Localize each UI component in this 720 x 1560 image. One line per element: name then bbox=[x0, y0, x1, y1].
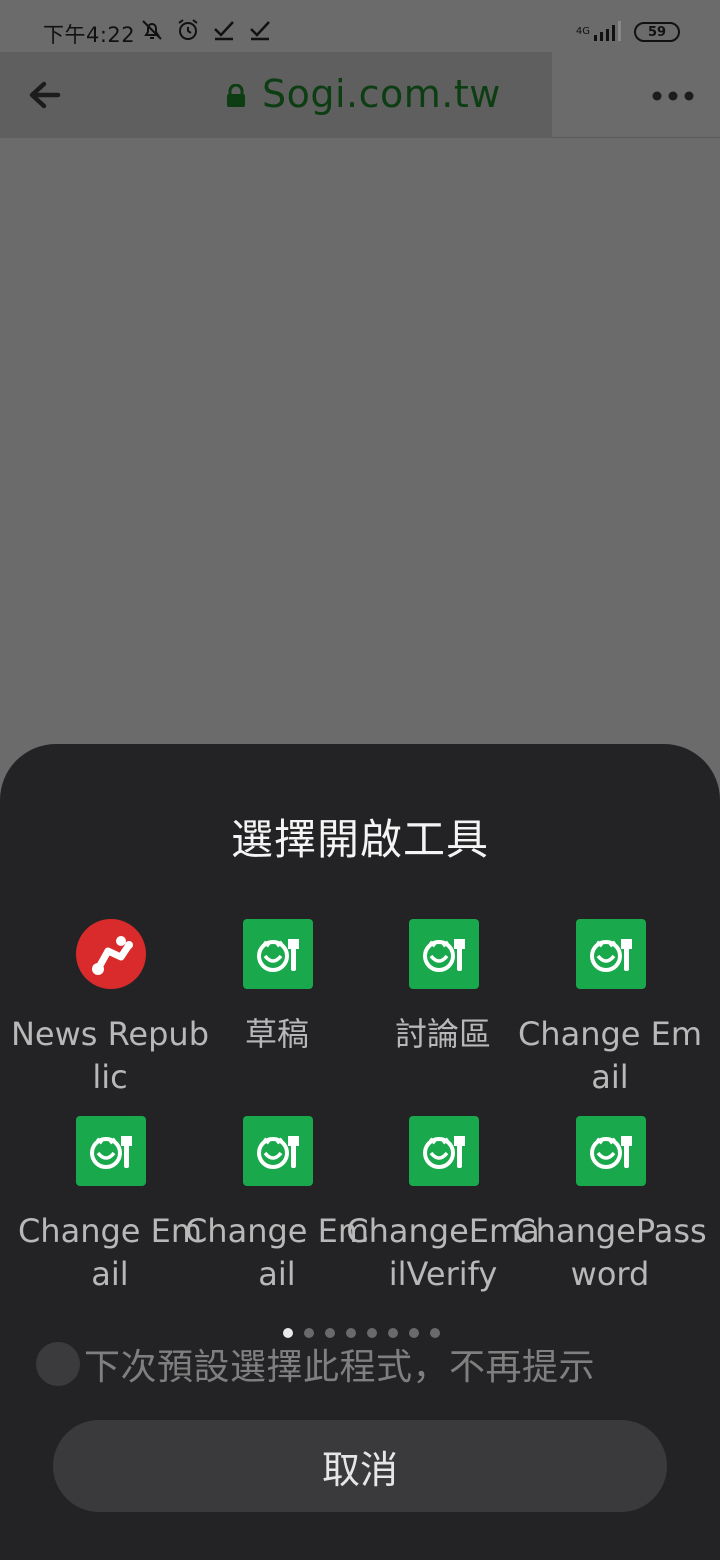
page-dot bbox=[325, 1328, 335, 1338]
battery-indicator: 59 bbox=[634, 22, 680, 42]
page-dot bbox=[367, 1328, 377, 1338]
browser-toolbar: Sogi.com.tw bbox=[0, 52, 720, 138]
remember-choice-row[interactable]: 下次預設選擇此程式，不再提示 bbox=[36, 1342, 595, 1388]
status-time: 下午4:22 bbox=[43, 23, 136, 47]
sogi-app-icon bbox=[576, 1116, 646, 1186]
page-dot bbox=[283, 1328, 293, 1338]
more-options-icon[interactable] bbox=[650, 88, 696, 102]
status-right: 4G 59 bbox=[576, 18, 680, 46]
sogi-app-icon bbox=[409, 919, 479, 989]
page-dot bbox=[409, 1328, 419, 1338]
back-arrow-icon[interactable] bbox=[26, 77, 62, 113]
signal-icon bbox=[594, 19, 624, 45]
open-with-sheet: 選擇開啟工具 News Republic 草稿 討論區 Change Email… bbox=[0, 744, 720, 1560]
alarm-icon bbox=[176, 18, 200, 42]
news-republic-icon bbox=[76, 919, 146, 989]
cancel-button[interactable]: 取消 bbox=[53, 1420, 667, 1512]
mute-icon bbox=[140, 18, 164, 42]
page-dot bbox=[388, 1328, 398, 1338]
sogi-app-icon bbox=[243, 919, 313, 989]
sogi-app-icon bbox=[576, 919, 646, 989]
app-label: Change Email bbox=[517, 1015, 703, 1096]
lock-icon bbox=[225, 83, 247, 108]
sogi-app-icon bbox=[76, 1116, 146, 1186]
page-dot bbox=[304, 1328, 314, 1338]
page-dot bbox=[346, 1328, 356, 1338]
sogi-app-icon bbox=[409, 1116, 479, 1186]
page-indicator bbox=[283, 1328, 440, 1338]
sheet-title: 選擇開啟工具 bbox=[230, 815, 489, 864]
check-icon bbox=[212, 18, 236, 42]
page-dot bbox=[430, 1328, 440, 1338]
remember-label: 下次預設選擇此程式，不再提示 bbox=[84, 1347, 596, 1388]
remember-checkbox[interactable] bbox=[36, 1342, 80, 1386]
url-text[interactable]: Sogi.com.tw bbox=[262, 72, 501, 116]
app-label: ChangePassword bbox=[513, 1212, 707, 1293]
sogi-app-icon bbox=[243, 1116, 313, 1186]
network-label: 4G bbox=[575, 26, 590, 37]
status-bar: 下午4:22 4G 59 bbox=[0, 0, 720, 52]
check-icon bbox=[248, 18, 272, 42]
status-icons bbox=[140, 18, 272, 46]
